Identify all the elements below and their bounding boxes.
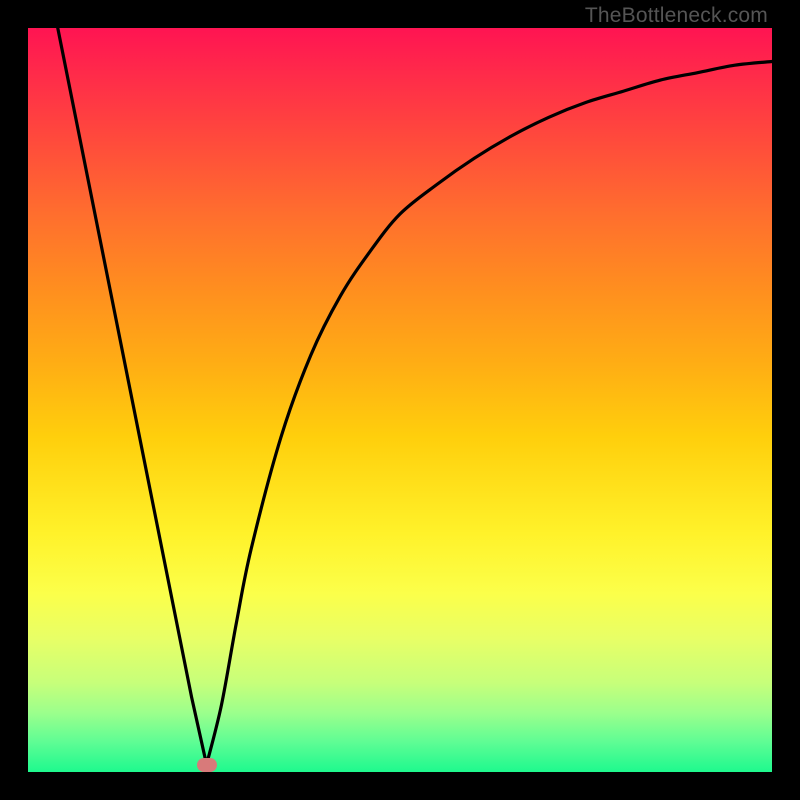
chart-container: TheBottleneck.com: [0, 0, 800, 800]
optimal-point-marker: [197, 758, 217, 772]
watermark-text: TheBottleneck.com: [585, 4, 768, 28]
bottleneck-curve: [28, 28, 772, 772]
plot-area: [28, 28, 772, 772]
